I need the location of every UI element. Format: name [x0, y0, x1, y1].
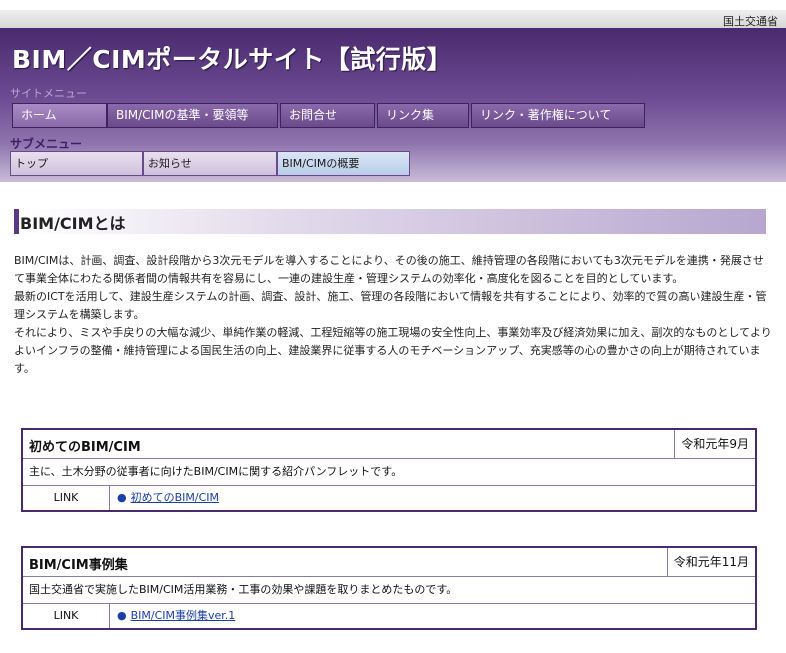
resource-card: 初めてのBIM/CIM 令和元年9月 主に、土木分野の従事者に向けたBIM/CI… — [21, 428, 757, 512]
card-link-row: LINK ● BIM/CIM事例集ver.1 — [23, 604, 755, 628]
site-menu-label: サイトメニュー — [10, 87, 87, 100]
sub-menu-label: サブメニュー — [10, 137, 83, 151]
card-date: 令和元年11月 — [666, 548, 755, 576]
intro-paragraph: 最新のICTを活用して、建設生産システムの計画、調査、設計、施工、管理の各段階に… — [14, 290, 767, 321]
intro-paragraph: それにより、ミスや手戻りの大幅な減少、単純作業の軽減、工程短縮等の施工現場の安全… — [14, 326, 772, 375]
card-link-row: LINK ● 初めてのBIM/CIM — [23, 486, 755, 510]
top-strip — [0, 10, 786, 28]
link-label: LINK — [23, 486, 110, 510]
nav-links[interactable]: リンク集 — [377, 103, 469, 128]
intro-text: BIM/CIMは、計画、調査、設計段階から3次元モデルを導入することにより、その… — [14, 252, 774, 378]
link-text: 初めてのBIM/CIM — [130, 491, 220, 504]
filled-circle-icon: ● — [117, 491, 127, 504]
card-title: 初めてのBIM/CIM — [29, 440, 141, 455]
filled-circle-icon: ● — [117, 609, 127, 622]
card-header: 初めてのBIM/CIM 令和元年9月 — [23, 430, 755, 459]
card-description: 国土交通省で実施したBIM/CIM活用業務・工事の効果や課題を取りまとめたもので… — [23, 577, 755, 604]
card-description: 主に、土木分野の従事者に向けたBIM/CIMに関する紹介パンフレットです。 — [23, 459, 755, 486]
nav-home[interactable]: ホーム — [12, 103, 107, 128]
ministry-name: 国土交通省 — [723, 15, 778, 28]
site-title: BIM／CIMポータルサイト【試行版】 — [12, 45, 453, 74]
nav-contact[interactable]: お問合せ — [280, 103, 375, 128]
card-date: 令和元年9月 — [674, 430, 755, 458]
subnav-news[interactable]: お知らせ — [143, 151, 277, 176]
section-heading-bar — [14, 209, 766, 234]
case-studies-link[interactable]: ● BIM/CIM事例集ver.1 — [117, 604, 235, 628]
link-text: BIM/CIM事例集ver.1 — [130, 609, 236, 622]
subnav-top[interactable]: トップ — [10, 151, 143, 176]
section-title: BIM/CIMとは — [20, 214, 126, 233]
nav-standards[interactable]: BIM/CIMの基準・要領等 — [107, 103, 278, 128]
resource-card: BIM/CIM事例集 令和元年11月 国土交通省で実施したBIM/CIM活用業務… — [21, 546, 757, 630]
subnav-bim-overview[interactable]: BIM/CIMの概要 — [277, 151, 410, 176]
nav-link-copyright[interactable]: リンク・著作権について — [471, 103, 645, 128]
pamphlet-link[interactable]: ● 初めてのBIM/CIM — [117, 486, 219, 510]
card-title: BIM/CIM事例集 — [29, 558, 128, 573]
intro-paragraph: BIM/CIMは、計画、調査、設計段階から3次元モデルを導入することにより、その… — [14, 254, 764, 285]
card-header: BIM/CIM事例集 令和元年11月 — [23, 548, 755, 577]
link-label: LINK — [23, 604, 110, 628]
